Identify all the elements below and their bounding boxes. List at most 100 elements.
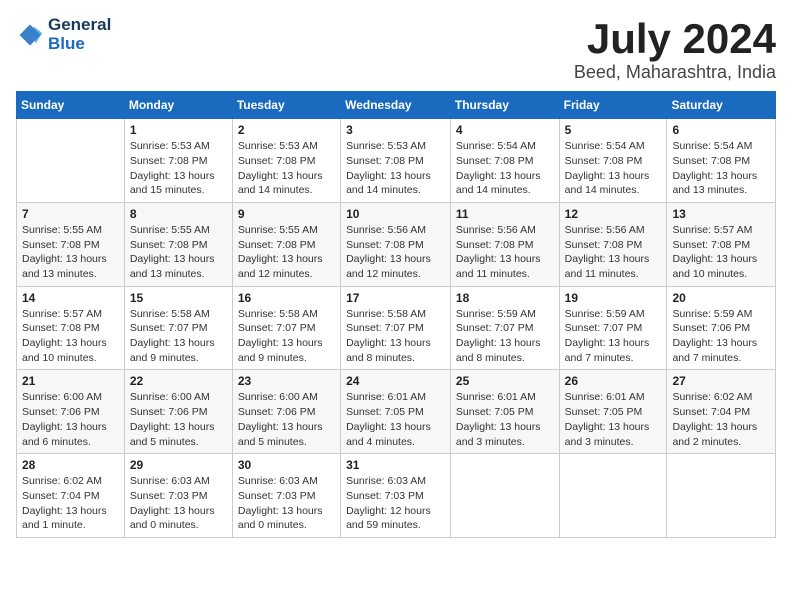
day-info: Sunrise: 6:00 AMSunset: 7:06 PMDaylight:… <box>130 390 227 449</box>
day-cell: 23 Sunrise: 6:00 AMSunset: 7:06 PMDaylig… <box>232 370 340 454</box>
day-number: 15 <box>130 291 227 305</box>
day-info: Sunrise: 5:53 AMSunset: 7:08 PMDaylight:… <box>346 139 445 198</box>
day-number: 18 <box>456 291 554 305</box>
title-area: July 2024 Beed, Maharashtra, India <box>574 16 776 83</box>
day-cell <box>667 454 776 538</box>
header: General Blue July 2024 Beed, Maharashtra… <box>16 16 776 83</box>
day-info: Sunrise: 5:54 AMSunset: 7:08 PMDaylight:… <box>456 139 554 198</box>
day-info: Sunrise: 5:56 AMSunset: 7:08 PMDaylight:… <box>565 223 662 282</box>
day-cell: 7 Sunrise: 5:55 AMSunset: 7:08 PMDayligh… <box>17 202 125 286</box>
location-title: Beed, Maharashtra, India <box>574 62 776 83</box>
day-cell: 17 Sunrise: 5:58 AMSunset: 7:07 PMDaylig… <box>341 286 451 370</box>
day-number: 5 <box>565 123 662 137</box>
day-cell: 13 Sunrise: 5:57 AMSunset: 7:08 PMDaylig… <box>667 202 776 286</box>
day-info: Sunrise: 5:55 AMSunset: 7:08 PMDaylight:… <box>238 223 335 282</box>
day-cell: 2 Sunrise: 5:53 AMSunset: 7:08 PMDayligh… <box>232 119 340 203</box>
day-info: Sunrise: 5:56 AMSunset: 7:08 PMDaylight:… <box>456 223 554 282</box>
day-number: 20 <box>672 291 770 305</box>
day-info: Sunrise: 6:01 AMSunset: 7:05 PMDaylight:… <box>565 390 662 449</box>
day-info: Sunrise: 6:00 AMSunset: 7:06 PMDaylight:… <box>22 390 119 449</box>
day-info: Sunrise: 6:02 AMSunset: 7:04 PMDaylight:… <box>22 474 119 533</box>
day-cell: 22 Sunrise: 6:00 AMSunset: 7:06 PMDaylig… <box>124 370 232 454</box>
day-cell <box>17 119 125 203</box>
day-cell: 30 Sunrise: 6:03 AMSunset: 7:03 PMDaylig… <box>232 454 340 538</box>
day-cell: 9 Sunrise: 5:55 AMSunset: 7:08 PMDayligh… <box>232 202 340 286</box>
day-number: 21 <box>22 374 119 388</box>
day-cell: 4 Sunrise: 5:54 AMSunset: 7:08 PMDayligh… <box>450 119 559 203</box>
day-cell: 3 Sunrise: 5:53 AMSunset: 7:08 PMDayligh… <box>341 119 451 203</box>
day-number: 28 <box>22 458 119 472</box>
weekday-header-wednesday: Wednesday <box>341 92 451 119</box>
day-number: 13 <box>672 207 770 221</box>
week-row-4: 21 Sunrise: 6:00 AMSunset: 7:06 PMDaylig… <box>17 370 776 454</box>
day-cell: 10 Sunrise: 5:56 AMSunset: 7:08 PMDaylig… <box>341 202 451 286</box>
day-number: 27 <box>672 374 770 388</box>
day-info: Sunrise: 5:58 AMSunset: 7:07 PMDaylight:… <box>130 307 227 366</box>
day-info: Sunrise: 5:55 AMSunset: 7:08 PMDaylight:… <box>22 223 119 282</box>
day-cell: 26 Sunrise: 6:01 AMSunset: 7:05 PMDaylig… <box>559 370 667 454</box>
day-info: Sunrise: 5:59 AMSunset: 7:07 PMDaylight:… <box>565 307 662 366</box>
day-cell: 19 Sunrise: 5:59 AMSunset: 7:07 PMDaylig… <box>559 286 667 370</box>
day-cell: 5 Sunrise: 5:54 AMSunset: 7:08 PMDayligh… <box>559 119 667 203</box>
day-cell: 21 Sunrise: 6:00 AMSunset: 7:06 PMDaylig… <box>17 370 125 454</box>
day-number: 31 <box>346 458 445 472</box>
day-number: 29 <box>130 458 227 472</box>
day-cell: 12 Sunrise: 5:56 AMSunset: 7:08 PMDaylig… <box>559 202 667 286</box>
day-cell: 31 Sunrise: 6:03 AMSunset: 7:03 PMDaylig… <box>341 454 451 538</box>
day-info: Sunrise: 6:02 AMSunset: 7:04 PMDaylight:… <box>672 390 770 449</box>
day-number: 7 <box>22 207 119 221</box>
month-title: July 2024 <box>574 16 776 62</box>
day-cell: 20 Sunrise: 5:59 AMSunset: 7:06 PMDaylig… <box>667 286 776 370</box>
day-number: 12 <box>565 207 662 221</box>
day-info: Sunrise: 5:58 AMSunset: 7:07 PMDaylight:… <box>346 307 445 366</box>
day-cell: 1 Sunrise: 5:53 AMSunset: 7:08 PMDayligh… <box>124 119 232 203</box>
day-number: 14 <box>22 291 119 305</box>
logo-text: General Blue <box>48 16 111 53</box>
weekday-header-sunday: Sunday <box>17 92 125 119</box>
day-number: 25 <box>456 374 554 388</box>
day-cell: 14 Sunrise: 5:57 AMSunset: 7:08 PMDaylig… <box>17 286 125 370</box>
day-info: Sunrise: 6:01 AMSunset: 7:05 PMDaylight:… <box>456 390 554 449</box>
day-cell: 11 Sunrise: 5:56 AMSunset: 7:08 PMDaylig… <box>450 202 559 286</box>
day-number: 3 <box>346 123 445 137</box>
day-number: 8 <box>130 207 227 221</box>
day-cell: 25 Sunrise: 6:01 AMSunset: 7:05 PMDaylig… <box>450 370 559 454</box>
day-cell: 24 Sunrise: 6:01 AMSunset: 7:05 PMDaylig… <box>341 370 451 454</box>
day-cell: 15 Sunrise: 5:58 AMSunset: 7:07 PMDaylig… <box>124 286 232 370</box>
day-info: Sunrise: 5:54 AMSunset: 7:08 PMDaylight:… <box>565 139 662 198</box>
day-number: 9 <box>238 207 335 221</box>
day-number: 16 <box>238 291 335 305</box>
day-info: Sunrise: 5:54 AMSunset: 7:08 PMDaylight:… <box>672 139 770 198</box>
weekday-header-monday: Monday <box>124 92 232 119</box>
day-info: Sunrise: 5:57 AMSunset: 7:08 PMDaylight:… <box>672 223 770 282</box>
day-info: Sunrise: 5:53 AMSunset: 7:08 PMDaylight:… <box>238 139 335 198</box>
calendar-table: SundayMondayTuesdayWednesdayThursdayFrid… <box>16 91 776 538</box>
day-info: Sunrise: 5:58 AMSunset: 7:07 PMDaylight:… <box>238 307 335 366</box>
day-number: 4 <box>456 123 554 137</box>
day-info: Sunrise: 6:03 AMSunset: 7:03 PMDaylight:… <box>238 474 335 533</box>
day-number: 10 <box>346 207 445 221</box>
day-info: Sunrise: 5:59 AMSunset: 7:07 PMDaylight:… <box>456 307 554 366</box>
day-cell: 28 Sunrise: 6:02 AMSunset: 7:04 PMDaylig… <box>17 454 125 538</box>
week-row-5: 28 Sunrise: 6:02 AMSunset: 7:04 PMDaylig… <box>17 454 776 538</box>
logo: General Blue <box>16 16 111 53</box>
day-number: 11 <box>456 207 554 221</box>
day-info: Sunrise: 6:03 AMSunset: 7:03 PMDaylight:… <box>346 474 445 533</box>
day-number: 30 <box>238 458 335 472</box>
day-number: 19 <box>565 291 662 305</box>
week-row-3: 14 Sunrise: 5:57 AMSunset: 7:08 PMDaylig… <box>17 286 776 370</box>
day-cell: 16 Sunrise: 5:58 AMSunset: 7:07 PMDaylig… <box>232 286 340 370</box>
day-info: Sunrise: 6:03 AMSunset: 7:03 PMDaylight:… <box>130 474 227 533</box>
day-number: 26 <box>565 374 662 388</box>
week-row-1: 1 Sunrise: 5:53 AMSunset: 7:08 PMDayligh… <box>17 119 776 203</box>
weekday-header-friday: Friday <box>559 92 667 119</box>
day-number: 1 <box>130 123 227 137</box>
day-info: Sunrise: 5:59 AMSunset: 7:06 PMDaylight:… <box>672 307 770 366</box>
day-cell <box>450 454 559 538</box>
weekday-header-tuesday: Tuesday <box>232 92 340 119</box>
day-cell: 27 Sunrise: 6:02 AMSunset: 7:04 PMDaylig… <box>667 370 776 454</box>
week-row-2: 7 Sunrise: 5:55 AMSunset: 7:08 PMDayligh… <box>17 202 776 286</box>
day-cell: 8 Sunrise: 5:55 AMSunset: 7:08 PMDayligh… <box>124 202 232 286</box>
day-info: Sunrise: 5:56 AMSunset: 7:08 PMDaylight:… <box>346 223 445 282</box>
day-cell: 18 Sunrise: 5:59 AMSunset: 7:07 PMDaylig… <box>450 286 559 370</box>
